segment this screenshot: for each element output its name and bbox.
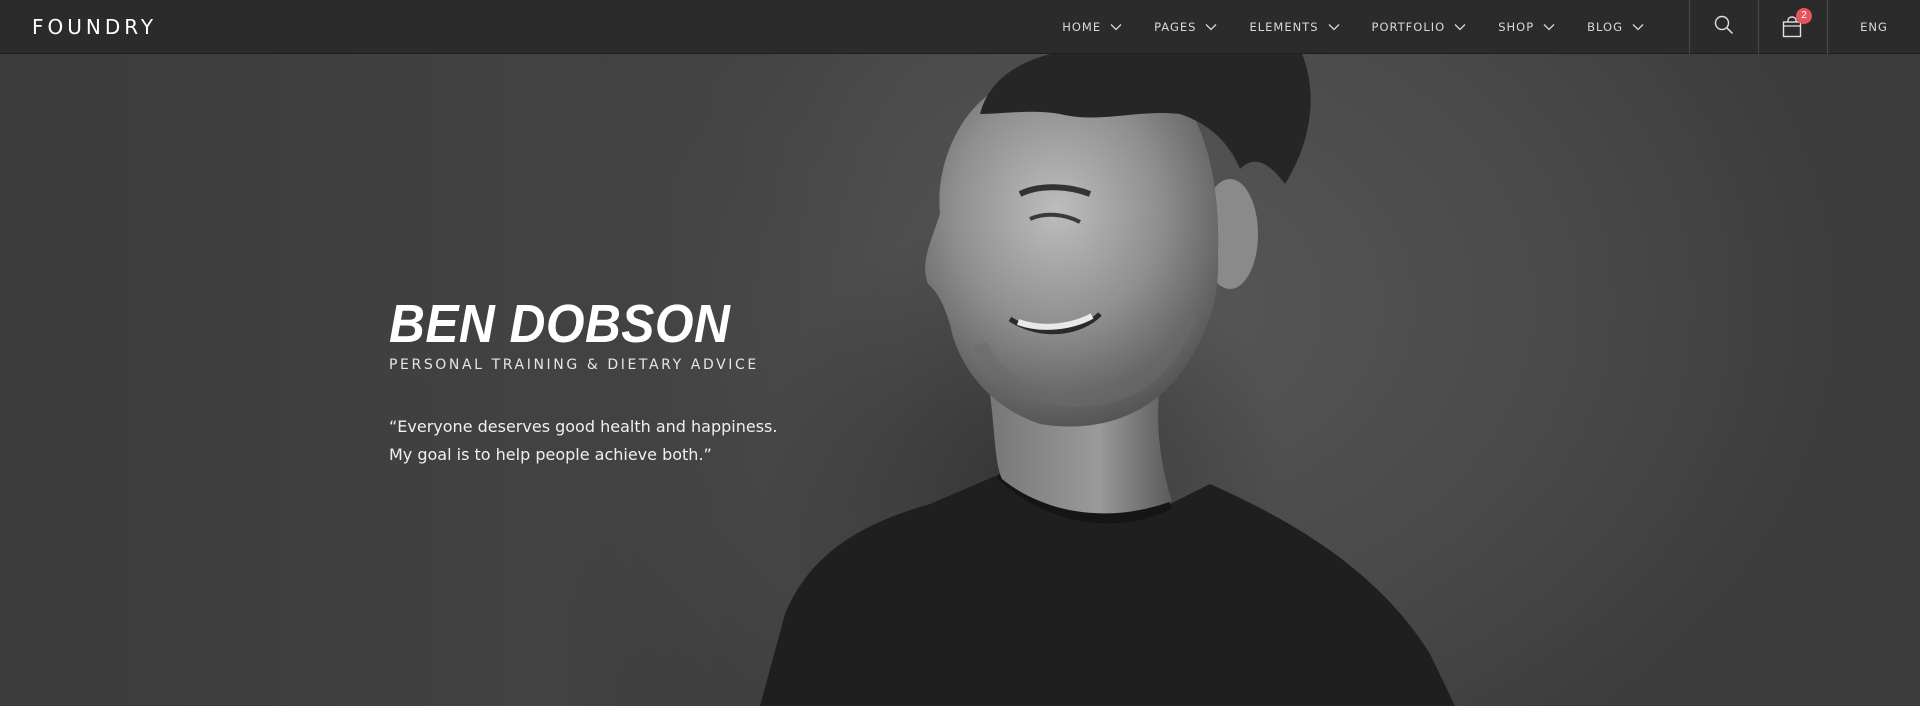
cart-count-badge: 2 bbox=[1796, 8, 1812, 24]
hero-section: BEN DOBSON PERSONAL TRAINING & DIETARY A… bbox=[0, 54, 1920, 706]
menu-item-blog[interactable]: BLOG bbox=[1571, 0, 1660, 54]
chevron-down-icon bbox=[1632, 23, 1644, 31]
hero-text-block: BEN DOBSON PERSONAL TRAINING & DIETARY A… bbox=[389, 294, 777, 469]
shopping-bag-icon bbox=[1782, 16, 1802, 42]
chevron-down-icon bbox=[1543, 23, 1555, 31]
chevron-down-icon bbox=[1454, 23, 1466, 31]
search-icon bbox=[1714, 15, 1734, 40]
chevron-down-icon bbox=[1110, 23, 1122, 31]
hero-quote: “Everyone deserves good health and happi… bbox=[389, 413, 777, 469]
hero-quote-line-2: My goal is to help people achieve both.” bbox=[389, 445, 712, 464]
search-button[interactable] bbox=[1689, 0, 1758, 54]
site-logo[interactable]: FOUNDRY bbox=[32, 15, 157, 39]
chevron-down-icon bbox=[1328, 23, 1340, 31]
cart-button[interactable]: 2 bbox=[1758, 0, 1827, 54]
menu-item-home[interactable]: HOME bbox=[1046, 0, 1138, 54]
language-selector[interactable]: ENG bbox=[1827, 0, 1920, 54]
menu-item-label: PAGES bbox=[1154, 20, 1197, 34]
menu-item-label: SHOP bbox=[1498, 20, 1535, 34]
menu-item-label: PORTFOLIO bbox=[1371, 20, 1446, 34]
chevron-down-icon bbox=[1205, 23, 1217, 31]
menu-item-portfolio[interactable]: PORTFOLIO bbox=[1356, 0, 1483, 54]
hero-subtitle: PERSONAL TRAINING & DIETARY ADVICE bbox=[389, 357, 759, 373]
hero-portrait-image bbox=[760, 54, 1455, 706]
main-menu: HOME PAGES ELEMENTS PORTFOLIO SHOP BLOG bbox=[1046, 0, 1660, 54]
hero-quote-line-1: “Everyone deserves good health and happi… bbox=[389, 417, 778, 436]
menu-item-label: HOME bbox=[1062, 20, 1102, 34]
menu-item-label: ELEMENTS bbox=[1249, 20, 1319, 34]
menu-item-elements[interactable]: ELEMENTS bbox=[1233, 0, 1355, 54]
language-label: ENG bbox=[1860, 20, 1888, 34]
hero-title: BEN DOBSON bbox=[389, 294, 731, 354]
top-navbar: FOUNDRY HOME PAGES ELEMENTS PORTFOLIO SH… bbox=[0, 0, 1920, 54]
menu-item-pages[interactable]: PAGES bbox=[1138, 0, 1233, 54]
menu-item-shop[interactable]: SHOP bbox=[1482, 0, 1571, 54]
menu-item-label: BLOG bbox=[1587, 20, 1623, 34]
